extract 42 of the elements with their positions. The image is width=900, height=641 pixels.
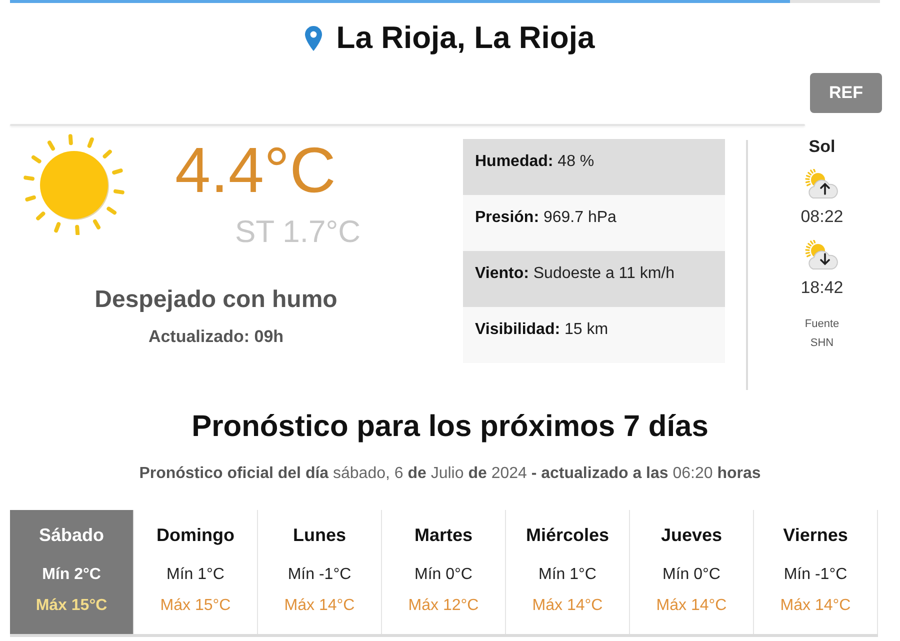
min-temperature: Mín 0°C: [662, 564, 720, 584]
max-temperature: Máx 14°C: [780, 596, 851, 616]
max-temperature: Máx 14°C: [532, 596, 603, 616]
forecast-day-card[interactable]: Sábado Mín 2°C Máx 15°C: [10, 510, 134, 634]
forecast-subtitle: Pronóstico oficial del día sábado, 6 de Julio de 2024 - actualizado a las 06:20 horas: [138, 464, 762, 484]
sunset-time: 18:42: [800, 278, 844, 298]
min-temperature: Mín 1°C: [166, 564, 224, 584]
source-text: Fuente: [804, 318, 840, 332]
max-temperature: Máx 14°C: [284, 596, 355, 616]
day-name: Martes: [414, 525, 473, 547]
max-temperature: Máx 14°C: [656, 596, 727, 616]
day-name: Jueves: [660, 525, 722, 547]
condition-text: Despejado con humo: [94, 288, 338, 312]
max-temperature: Máx 12°C: [408, 596, 479, 616]
sunrise-icon: [805, 169, 839, 200]
min-temperature: Mín 2°C: [42, 564, 101, 584]
temperature-text: 4.4°C: [175, 138, 337, 202]
day-name: Viernes: [783, 525, 848, 547]
sun-title: Sol: [808, 137, 836, 158]
min-temperature: Mín -1°C: [784, 564, 848, 584]
day-name: Domingo: [156, 525, 234, 547]
location-title: La Rioja, La Rioja: [336, 19, 595, 57]
max-temperature: Máx 15°C: [36, 596, 108, 616]
sun-icon: [22, 133, 125, 235]
day-name: Miércoles: [526, 525, 610, 547]
location-pin-icon: [305, 26, 322, 50]
day-name: Sábado: [38, 525, 104, 547]
sunset-icon: [805, 240, 839, 270]
min-temperature: Mín 1°C: [538, 564, 596, 584]
max-temperature: Máx 15°C: [160, 596, 231, 616]
detail-row: Presión: 969.7 hPa: [463, 195, 725, 251]
source-text: SHN: [810, 337, 834, 351]
day-name: Lunes: [292, 525, 346, 547]
min-temperature: Mín 0°C: [414, 564, 472, 584]
updated-text: Actualizado: 09h: [147, 328, 285, 345]
detail-row: Viento: Sudoeste a 11 km/h: [463, 251, 725, 307]
detail-row: Visibilidad: 15 km: [463, 307, 725, 363]
min-temperature: Mín -1°C: [288, 564, 352, 584]
sunrise-time: 08:22: [800, 207, 844, 228]
detail-row: Humedad: 48 %: [463, 139, 725, 195]
forecast-title: Pronóstico para los próximos 7 días: [190, 409, 710, 445]
ref-button[interactable]: REF: [810, 73, 882, 113]
